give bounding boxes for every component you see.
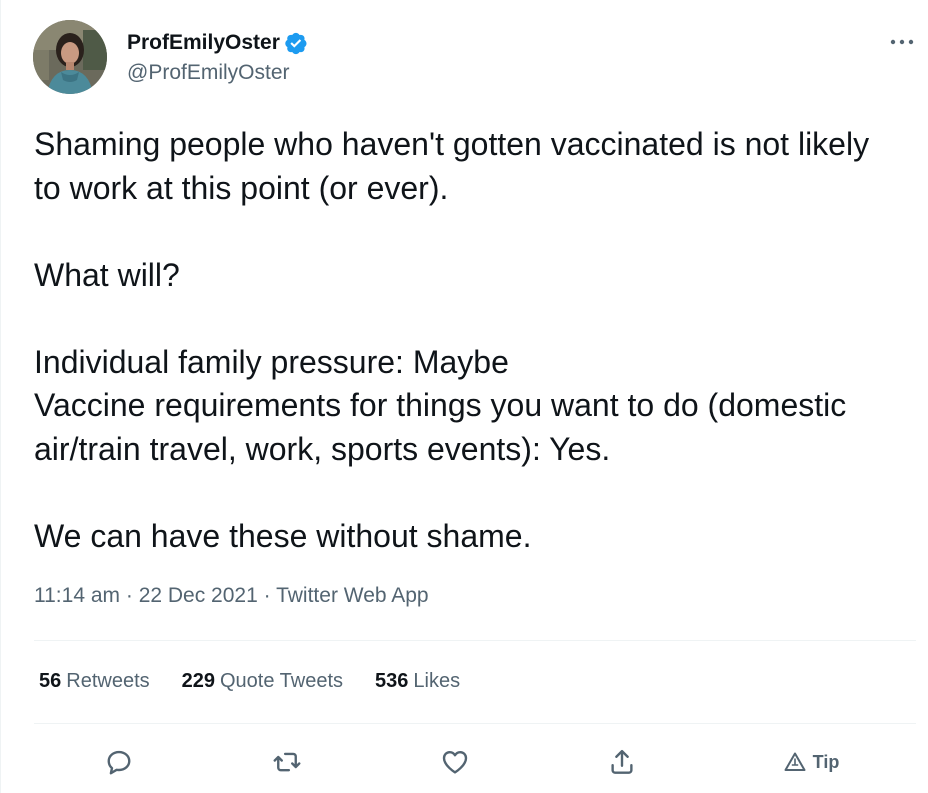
verified-badge-icon — [285, 32, 307, 55]
reply-button[interactable] — [97, 740, 141, 784]
divider — [34, 723, 916, 724]
retweet-icon — [273, 752, 301, 772]
like-button[interactable] — [433, 740, 477, 784]
likes-label: Likes — [413, 670, 461, 692]
tweet-header: ProfEmilyOster @ProfEmilyOster — [33, 20, 308, 98]
author-handle[interactable]: @ProfEmilyOster — [127, 61, 308, 85]
tip-icon — [784, 752, 806, 771]
share-button[interactable] — [600, 740, 644, 784]
reply-icon — [107, 750, 131, 775]
more-options-icon[interactable] — [888, 34, 916, 50]
tip-label: Tip — [812, 751, 840, 772]
likes-count: 536 — [375, 670, 409, 692]
author-names: ProfEmilyOster @ProfEmilyOster — [127, 30, 308, 85]
tweet-source[interactable]: Twitter Web App — [276, 584, 429, 607]
retweets-stat[interactable]: 56 Retweets — [39, 670, 150, 693]
retweet-button[interactable] — [265, 740, 309, 784]
avatar[interactable] — [33, 20, 107, 94]
likes-stat[interactable]: 536 Likes — [375, 670, 460, 693]
heart-icon — [442, 750, 468, 774]
tweet-time[interactable]: 11:14 am — [34, 584, 120, 607]
tip-button[interactable]: Tip — [771, 740, 851, 784]
tweet-date[interactable]: 22 Dec 2021 — [139, 584, 258, 607]
divider — [34, 640, 916, 641]
quote-tweets-stat[interactable]: 229 Quote Tweets — [182, 670, 343, 693]
display-name[interactable]: ProfEmilyOster — [127, 31, 280, 55]
tweet-stats: 56 Retweets 229 Quote Tweets 536 Likes — [39, 670, 492, 693]
retweets-count: 56 — [39, 670, 62, 692]
tweet-actions: Tip — [1, 740, 928, 784]
display-name-row: ProfEmilyOster — [127, 30, 308, 56]
retweets-label: Retweets — [66, 670, 150, 692]
meta-separator: · — [263, 584, 271, 607]
tweet-meta: 11:14 am · 22 Dec 2021 · Twitter Web App — [34, 584, 429, 608]
quotes-label: Quote Tweets — [220, 670, 344, 692]
meta-separator: · — [125, 584, 133, 607]
tweet-card: ProfEmilyOster @ProfEmilyOster Shaming p… — [0, 0, 928, 793]
share-icon — [611, 749, 633, 774]
tweet-text: Shaming people who haven't gotten vaccin… — [34, 126, 870, 554]
quotes-count: 229 — [181, 670, 215, 692]
